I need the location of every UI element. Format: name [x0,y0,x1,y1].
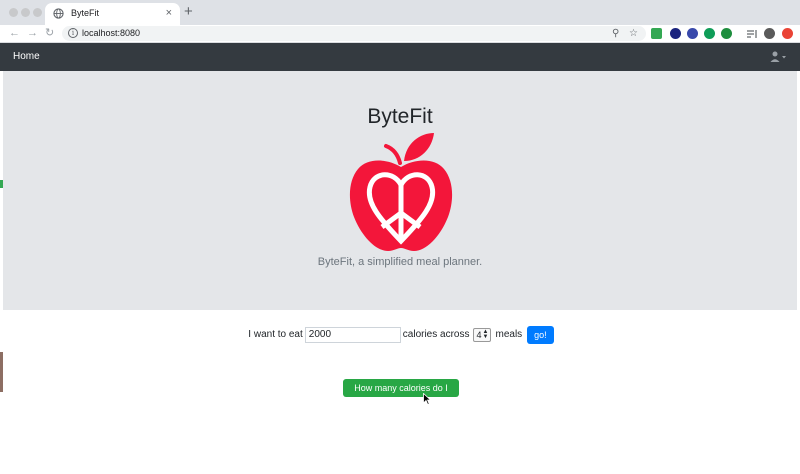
window-edge-marker [0,352,3,392]
calorie-form: I want to eat calories across 4 ▲▼ meals… [0,325,800,344]
ext-teal-icon[interactable] [704,28,715,39]
new-tab-button[interactable]: + [184,4,193,20]
mouse-cursor-icon [423,393,431,405]
site-navbar: Home [0,43,800,71]
apple-peace-heart-logo [349,133,453,251]
hero-section: ByteFit ByteFit, a simplified meal plann… [3,71,797,310]
ext-navy-icon[interactable] [670,28,681,39]
user-icon[interactable] [770,51,788,63]
site-title: ByteFit [367,105,433,128]
meals-value: 4 [476,329,482,340]
reload-icon[interactable]: ↻ [45,26,54,40]
ext-green-circle-icon[interactable] [721,28,732,39]
ext-green-icon[interactable] [651,28,662,39]
close-tab-icon[interactable]: × [166,6,172,20]
tab-strip: ByteFit × + [0,0,800,25]
form-label-middle: calories across [402,329,470,340]
zoom-icon[interactable]: ⚲ [612,26,619,41]
address-bar[interactable]: i localhost:8080 ⚲ ☆ [62,26,646,41]
select-arrows-icon: ▲ ▼ [482,328,489,340]
browser-window: ByteFit × + ← → ↻ i localhost:8080 ⚲ ☆ H… [0,0,800,474]
url-text: localhost:8080 [82,28,141,38]
browser-tab[interactable]: ByteFit × [45,3,180,25]
forward-icon[interactable]: → [27,26,38,40]
back-icon[interactable]: ← [9,26,20,40]
globe-icon [53,8,64,19]
ext-red-icon[interactable] [782,28,793,39]
tagline: ByteFit, a simplified meal planner. [317,256,483,268]
form-label-suffix: meals [495,329,523,340]
browser-toolbar: ← → ↻ i localhost:8080 ⚲ ☆ [0,25,800,43]
window-edge-marker [0,180,3,188]
tab-title: ByteFit [71,8,100,18]
reading-list-icon[interactable] [746,28,757,39]
maximize-window-icon[interactable] [33,8,42,17]
nav-home-link[interactable]: Home [13,50,40,64]
site-info-icon[interactable]: i [68,28,78,38]
ext-blue-icon[interactable] [687,28,698,39]
calories-input[interactable] [304,326,401,343]
profile-avatar[interactable] [764,28,775,39]
form-label-prefix: I want to eat [248,329,303,340]
go-button[interactable]: go! [527,325,554,344]
close-window-icon[interactable] [9,8,18,17]
calories-needed-button[interactable]: How many calories do I need? [343,379,459,411]
minimize-window-icon[interactable] [21,8,30,17]
meals-select[interactable]: 4 ▲ ▼ [473,327,492,342]
bookmark-star-icon[interactable]: ☆ [629,26,638,41]
